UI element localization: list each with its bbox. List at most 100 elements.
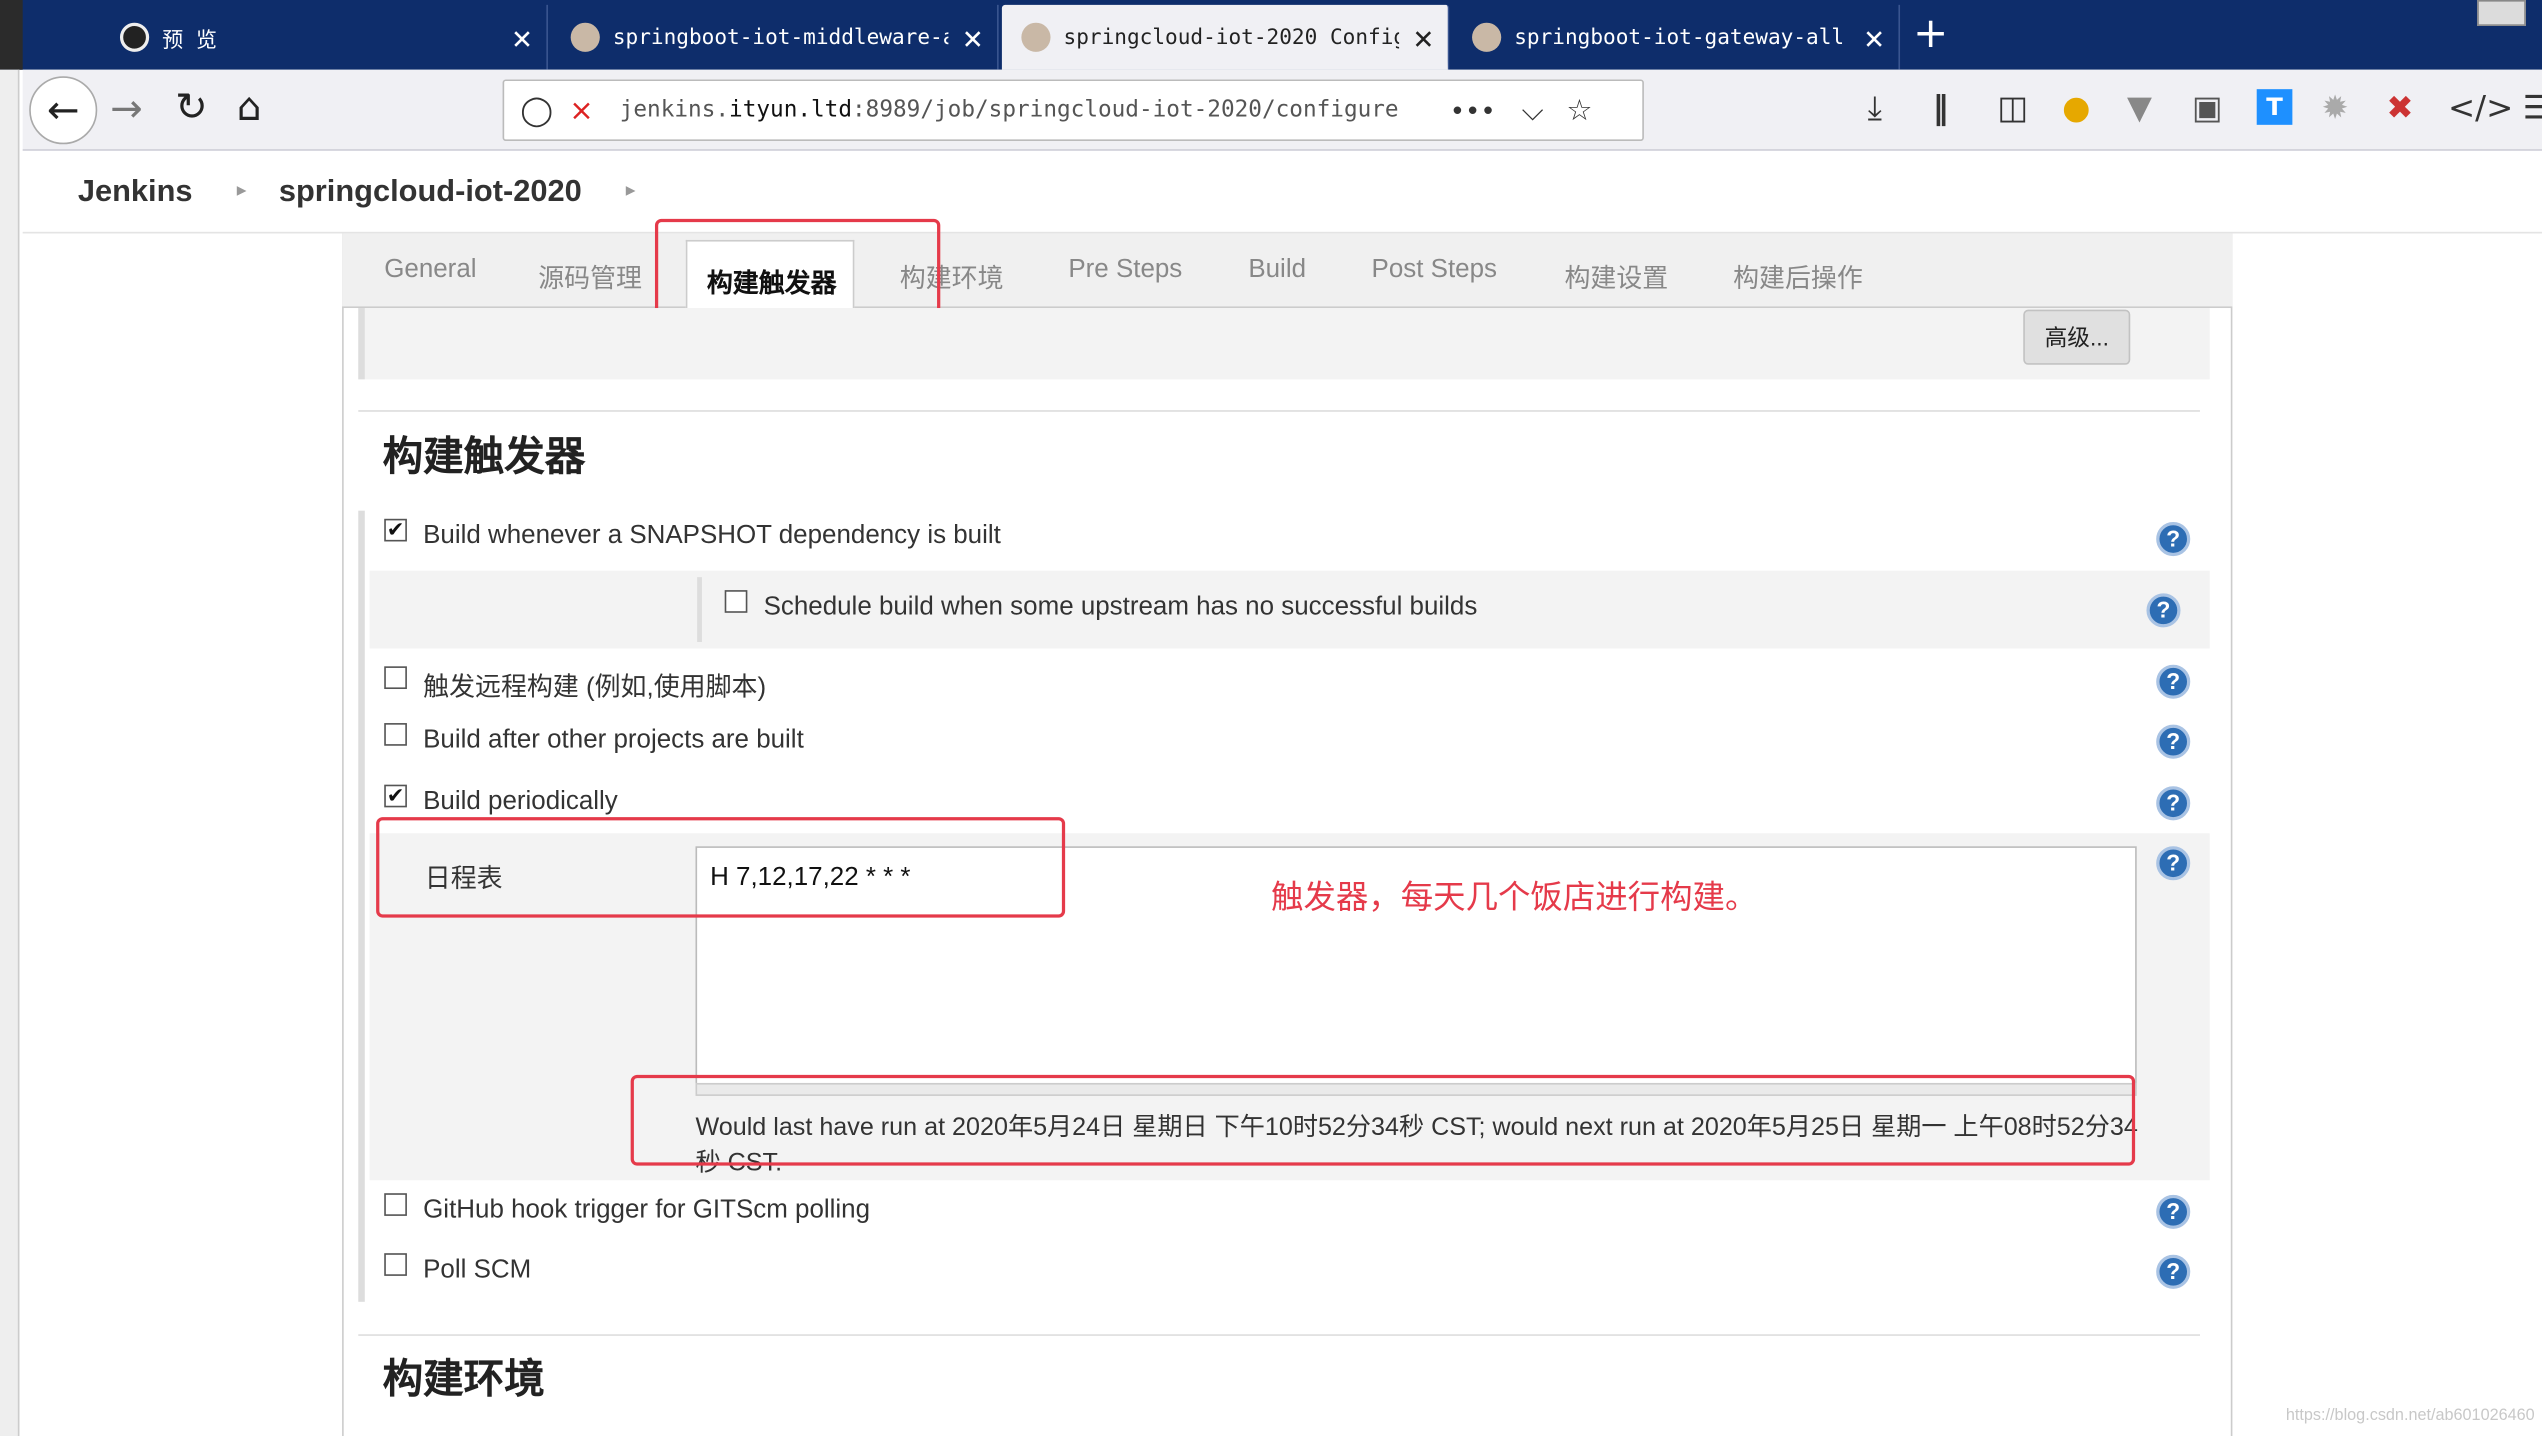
trigger-github-hook[interactable]: GitHub hook trigger for GITScm polling: [384, 1193, 871, 1225]
library-icon[interactable]: ‖: [1932, 91, 1948, 123]
trigger-label: GitHub hook trigger for GITScm polling: [423, 1196, 871, 1225]
jenkins-breadcrumb-bar: Jenkins ▸ springcloud-iot-2020 ▸: [22, 152, 2542, 234]
section-title-triggers: 构建触发器: [382, 434, 586, 480]
trigger-after-other[interactable]: Build after other projects are built: [384, 723, 804, 755]
help-icon[interactable]: ?: [2156, 786, 2191, 821]
scm-section-tail: [358, 308, 2210, 380]
watermark: https://blog.csdn.net/ab601026460: [2285, 1407, 2535, 1426]
tab-post-steps[interactable]: Post Steps: [1372, 256, 1497, 285]
extension-tools-icon[interactable]: ✖: [2386, 91, 2413, 123]
breadcrumb-jenkins[interactable]: Jenkins: [78, 175, 193, 211]
help-icon[interactable]: ?: [2156, 522, 2191, 557]
chevron-right-icon[interactable]: ▸: [626, 178, 636, 201]
jenkins-icon: [1021, 22, 1051, 52]
browser-tab-config[interactable]: springcloud-iot-2020 Config ✕: [1001, 4, 1450, 70]
close-icon[interactable]: ✕: [498, 18, 547, 57]
tab-build[interactable]: Build: [1248, 256, 1306, 285]
help-icon[interactable]: ?: [2156, 1194, 2191, 1229]
chevron-right-icon: ▸: [236, 178, 247, 202]
trigger-periodically[interactable]: ✔ Build periodically: [384, 784, 618, 817]
extension-v-icon[interactable]: ▼: [2127, 91, 2152, 123]
left-window-gutter: [0, 69, 20, 1436]
menu-icon[interactable]: ☰: [2523, 91, 2542, 123]
window-edge: [0, 0, 23, 70]
trigger-label: 触发远程构建 (例如,使用脚本): [423, 674, 767, 702]
github-hook-checkbox[interactable]: [384, 1193, 407, 1216]
close-icon[interactable]: ✕: [948, 18, 997, 57]
poll-scm-checkbox[interactable]: [384, 1253, 407, 1276]
highlight-preview-box: [630, 1074, 2136, 1166]
close-icon[interactable]: ✕: [1850, 18, 1899, 57]
url-prefix: jenkins.: [619, 97, 730, 124]
arrow-left-icon: ←: [46, 87, 80, 133]
tab-general[interactable]: General: [384, 256, 476, 285]
url-path: :8989/job/springcloud-iot-2020/configure: [852, 97, 1399, 124]
trigger-poll-scm[interactable]: Poll SCM: [384, 1253, 532, 1285]
camera-icon: [119, 22, 150, 52]
arrow-right-icon: →: [110, 85, 143, 132]
trigger-remote[interactable]: 触发远程构建 (例如,使用脚本): [384, 665, 766, 704]
tab-post-build[interactable]: 构建后操作: [1733, 256, 1863, 295]
after-other-checkbox[interactable]: [384, 723, 407, 746]
divider: [358, 1334, 2200, 1336]
highlight-schedule-box: [376, 817, 1066, 918]
shield-icon: ◯: [520, 93, 554, 128]
help-icon[interactable]: ?: [2156, 846, 2191, 881]
browser-tab-gateway[interactable]: springboot-iot-gateway-all ✕: [1453, 4, 1901, 70]
tab-scm[interactable]: 源码管理: [538, 256, 642, 295]
tab-label: springboot-iot-gateway-all: [1514, 25, 1845, 50]
advanced-button[interactable]: 高级...: [2023, 309, 2131, 365]
reload-icon: ↻: [175, 84, 208, 130]
back-button[interactable]: ←: [29, 76, 98, 145]
bookmark-star-icon[interactable]: ☆: [1566, 93, 1592, 127]
trigger-upstream-schedule[interactable]: Schedule build when some upstream has no…: [724, 590, 1478, 622]
trigger-label: Build after other projects are built: [423, 726, 804, 754]
home-button[interactable]: ⌂: [237, 88, 262, 127]
devtools-icon[interactable]: </>: [2448, 91, 2513, 123]
minimize-button[interactable]: [2477, 0, 2526, 26]
config-tabs: General 源码管理 构建触发器 构建环境 Pre Steps Build …: [342, 233, 2233, 309]
help-icon[interactable]: ?: [2156, 724, 2191, 759]
trigger-label: Build periodically: [423, 787, 618, 816]
help-icon[interactable]: ?: [2156, 664, 2191, 699]
remote-checkbox[interactable]: [384, 666, 407, 690]
extension-balloon-icon[interactable]: ●: [2062, 91, 2090, 123]
tab-label: springcloud-iot-2020 Config: [1063, 25, 1400, 50]
divider: [358, 410, 2200, 412]
insecure-lock-icon: ⨯: [569, 93, 594, 128]
url-bar[interactable]: ◯ ⨯ jenkins.ityun.ltd:8989/job/springclo…: [502, 79, 1644, 142]
upstream-checkbox[interactable]: [724, 590, 748, 613]
help-icon[interactable]: ?: [2156, 1254, 2191, 1289]
extension-card-icon[interactable]: ▣: [2192, 91, 2223, 123]
page-actions-button[interactable]: •••: [1450, 95, 1496, 126]
url-host: ityun.ltd: [729, 97, 853, 124]
sidebar-icon[interactable]: ◫: [1997, 91, 2028, 123]
periodically-checkbox[interactable]: ✔: [384, 784, 407, 808]
new-tab-button[interactable]: +: [1913, 10, 1948, 59]
close-icon[interactable]: ✕: [1399, 18, 1448, 57]
jenkins-icon: [570, 22, 600, 52]
navigation-bar: ← → ↻ ⌂ ◯ ⨯ jenkins.ityun.ltd:8989/job/s…: [22, 69, 2542, 151]
breadcrumb-job[interactable]: springcloud-iot-2020: [279, 175, 582, 211]
tab-build-settings[interactable]: 构建设置: [1564, 256, 1668, 295]
tab-pre-steps[interactable]: Pre Steps: [1068, 256, 1182, 285]
help-icon[interactable]: ?: [2146, 593, 2181, 628]
forward-button[interactable]: →: [110, 89, 143, 128]
snapshot-checkbox[interactable]: ✔: [384, 519, 407, 542]
trigger-label: Schedule build when some upstream has no…: [763, 593, 1478, 621]
trigger-label: Poll SCM: [423, 1256, 532, 1284]
extension-gear-icon[interactable]: ✹: [2322, 91, 2349, 123]
jenkins-icon: [1472, 22, 1502, 52]
sub-left-bar: [697, 577, 702, 642]
trigger-label: Build whenever a SNAPSHOT dependency is …: [423, 522, 1001, 550]
translate-t-icon[interactable]: T: [2256, 89, 2293, 125]
trigger-snapshot[interactable]: ✔ Build whenever a SNAPSHOT dependency i…: [384, 519, 1001, 551]
browser-tab-middleware[interactable]: springboot-iot-middleware-al ✕: [551, 4, 999, 70]
browser-tab-preview[interactable]: 预 览 ✕: [101, 4, 548, 70]
download-icon[interactable]: ⤓: [1868, 91, 1882, 123]
section-title-env: 构建环境: [382, 1356, 545, 1403]
browser-tab-strip: 预 览 ✕ springboot-iot-middleware-al ✕ spr…: [0, 0, 2542, 70]
url-text[interactable]: jenkins.ityun.ltd:8989/job/springcloud-i…: [620, 97, 1411, 123]
pocket-icon[interactable]: ⌵: [1522, 93, 1544, 127]
reload-button[interactable]: ↻: [175, 88, 208, 127]
